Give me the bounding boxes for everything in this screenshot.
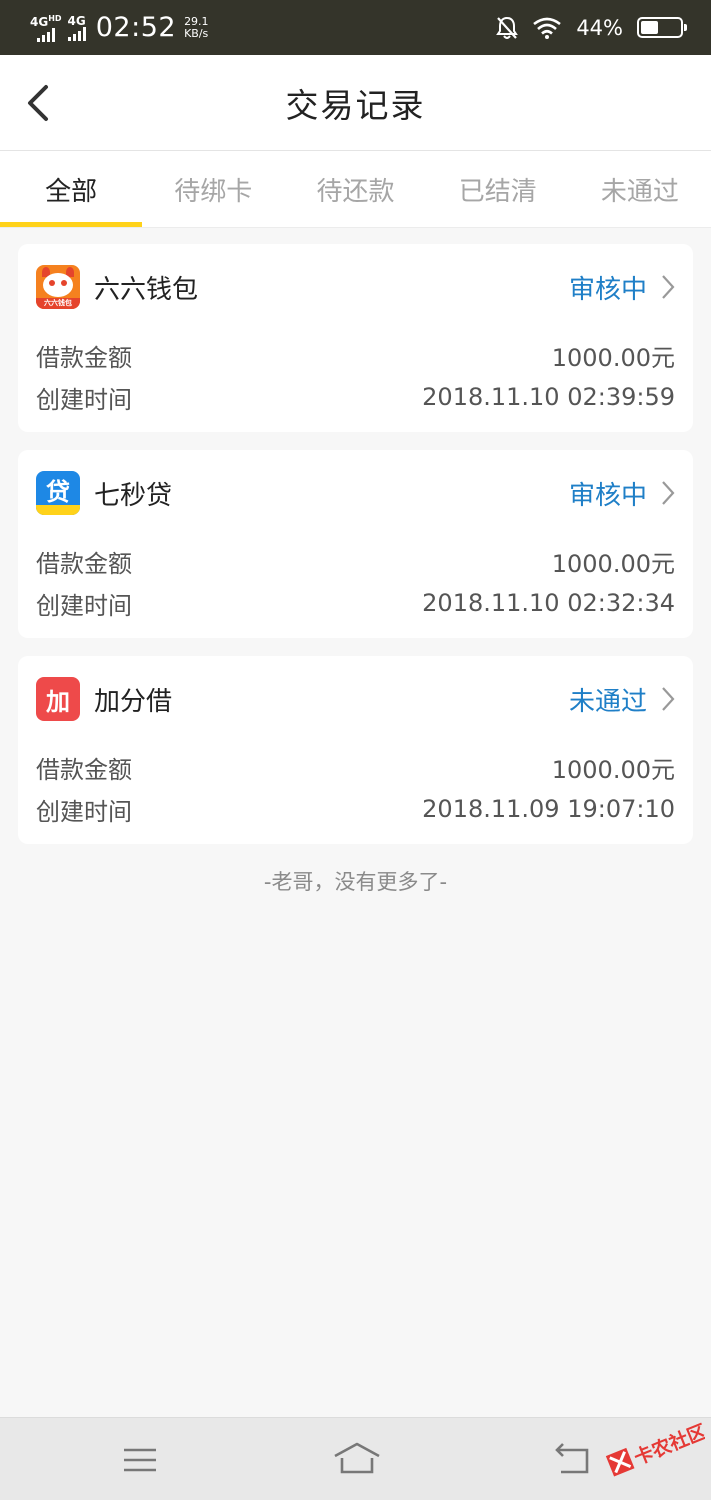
home-button[interactable] — [333, 1440, 381, 1480]
back-button[interactable] — [22, 81, 62, 125]
filter-tabs: 全部 待绑卡 待还款 已结清 未通过 — [0, 151, 711, 228]
signal-1-icon: 4GHD — [30, 13, 62, 42]
record-card[interactable]: 贷 七秒贷 审核中 借款金额 1000.00元 创建时间 2018.11.10 02… — [18, 450, 693, 638]
status-badge: 审核中 — [568, 274, 647, 305]
page-title: 交易记录 — [285, 85, 426, 125]
menu-button[interactable] — [120, 1440, 160, 1480]
svg-text:卡农社区: 卡农社区 — [631, 1420, 705, 1470]
created-label: 创建时间 — [36, 797, 132, 826]
tab-pending-card[interactable]: 待绑卡 — [142, 151, 284, 227]
amount-value: 1000.00元 — [551, 755, 675, 784]
signal-2-icon: 4G — [68, 15, 86, 41]
amount-label: 借款金额 — [36, 755, 132, 784]
created-value: 2018.11.09 19:07:10 — [422, 795, 675, 823]
amount-label: 借款金额 — [36, 549, 132, 578]
amount-value: 1000.00元 — [551, 343, 675, 372]
status-badge: 未通过 — [568, 686, 647, 717]
chevron-right-icon — [662, 481, 675, 505]
amount-label: 借款金额 — [36, 343, 132, 372]
record-card[interactable]: 六六钱包 六六钱包 审核中 借款金额 1000.00元 创建时间 2018.11.1… — [18, 244, 693, 432]
tab-rejected[interactable]: 未通过 — [569, 151, 711, 227]
sixsix-wallet-icon: 六六钱包 — [36, 265, 80, 309]
end-of-list-note: -老哥，没有更多了- — [263, 870, 448, 894]
amount-value: 1000.00元 — [551, 549, 675, 578]
app-name: 六六钱包 — [94, 274, 199, 305]
created-label: 创建时间 — [36, 591, 132, 620]
jiafenjie-icon: 加 — [36, 677, 80, 721]
back-nav-button[interactable] — [553, 1440, 593, 1480]
created-value: 2018.11.10 02:39:59 — [422, 383, 675, 411]
created-value: 2018.11.10 02:32:34 — [422, 589, 675, 617]
record-list: 六六钱包 六六钱包 审核中 借款金额 1000.00元 创建时间 2018.11.1… — [18, 244, 693, 862]
wifi-icon — [533, 17, 562, 39]
network-speed: 29.1 KB/s — [184, 14, 209, 40]
chevron-right-icon — [662, 687, 675, 711]
tab-all[interactable]: 全部 — [0, 151, 143, 227]
battery-percent: 44% — [576, 15, 623, 40]
battery-icon — [637, 17, 687, 38]
app-name: 加分借 — [94, 686, 173, 717]
bell-off-icon — [496, 16, 519, 39]
clock: 02:52 — [95, 12, 177, 43]
status-badge: 审核中 — [568, 480, 647, 511]
qimiaodai-icon: 贷 — [36, 471, 80, 515]
tab-pending-repayment[interactable]: 待还款 — [284, 151, 426, 227]
chevron-right-icon — [662, 275, 675, 299]
record-card[interactable]: 加 加分借 未通过 借款金额 1000.00元 创建时间 2018.11.09 19… — [18, 656, 693, 844]
status-bar: 4GHD 4G 02:52 29.1 KB/s 44% — [0, 0, 711, 55]
created-label: 创建时间 — [36, 385, 132, 414]
app-name: 七秒贷 — [94, 480, 173, 511]
app-header: 交易记录 — [0, 55, 711, 151]
tab-settled[interactable]: 已结清 — [427, 151, 569, 227]
watermark-logo: 卡农社区 — [605, 1420, 705, 1477]
